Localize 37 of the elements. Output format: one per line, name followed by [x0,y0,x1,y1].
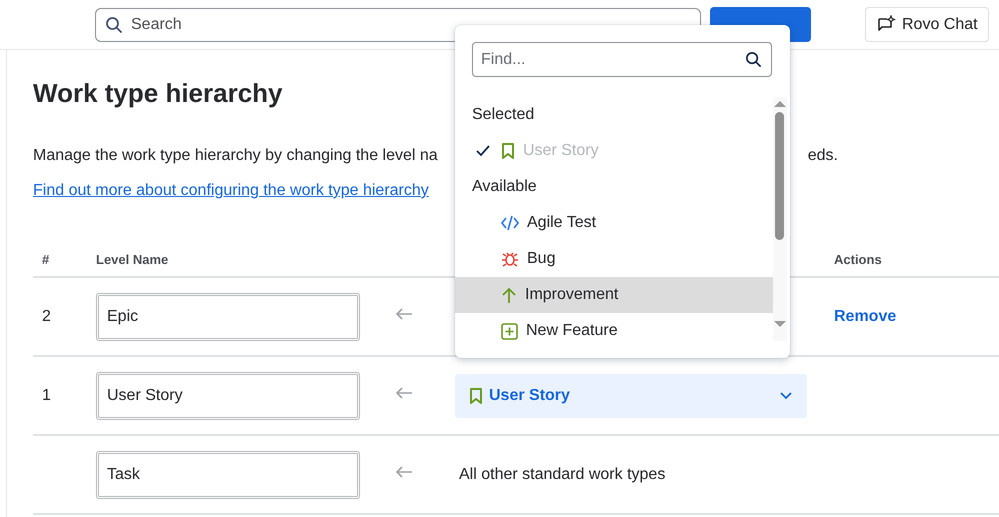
bookmark-icon [469,388,483,404]
left-arrow-icon [395,465,413,479]
scrollbar[interactable] [773,97,787,341]
level-name-field[interactable]: Task [96,450,360,498]
bug-icon [501,251,519,267]
level-number: 1 [42,386,51,404]
menu-option[interactable]: Improvement [455,277,773,313]
left-arrow-icon [395,386,413,400]
bookmark-icon [501,143,515,159]
search-icon [105,16,123,34]
group-heading: Selected [471,105,536,125]
chat-button[interactable]: Rovo Chat [865,7,989,42]
column-header: # [41,252,50,267]
description-text: Manage the work type hierarchy by changing the level na [33,147,438,165]
chevron-down-icon [779,391,793,400]
code-icon [501,215,519,231]
description-text: eds. [808,147,838,165]
page-title: Work type hierarchy [33,78,284,109]
group-heading: Available [471,177,538,197]
search-icon [745,51,762,68]
left-arrow-icon [395,307,413,321]
remove-link[interactable]: Remove [834,308,896,324]
level-number: 2 [42,308,51,324]
find-field[interactable]: Find... [472,42,772,77]
up-arrow-icon [501,286,517,304]
level-name-field[interactable]: Epic [96,292,360,340]
column-header: Level Name [96,252,170,267]
work-type-select[interactable]: User Story [455,374,807,418]
work-type-text: All other standard work types [458,466,666,482]
column-header: Actions [834,252,883,267]
menu-option[interactable]: Bug [455,241,773,277]
menu-option[interactable]: Agile Test [455,205,773,241]
plus-square-icon [501,322,518,340]
menu-option[interactable]: New Feature [455,313,773,341]
help-link[interactable]: Find out more about configuring the work type hierarchy [33,182,429,200]
search-field[interactable]: Search [95,8,701,42]
level-name-field[interactable]: User Story [96,372,360,420]
